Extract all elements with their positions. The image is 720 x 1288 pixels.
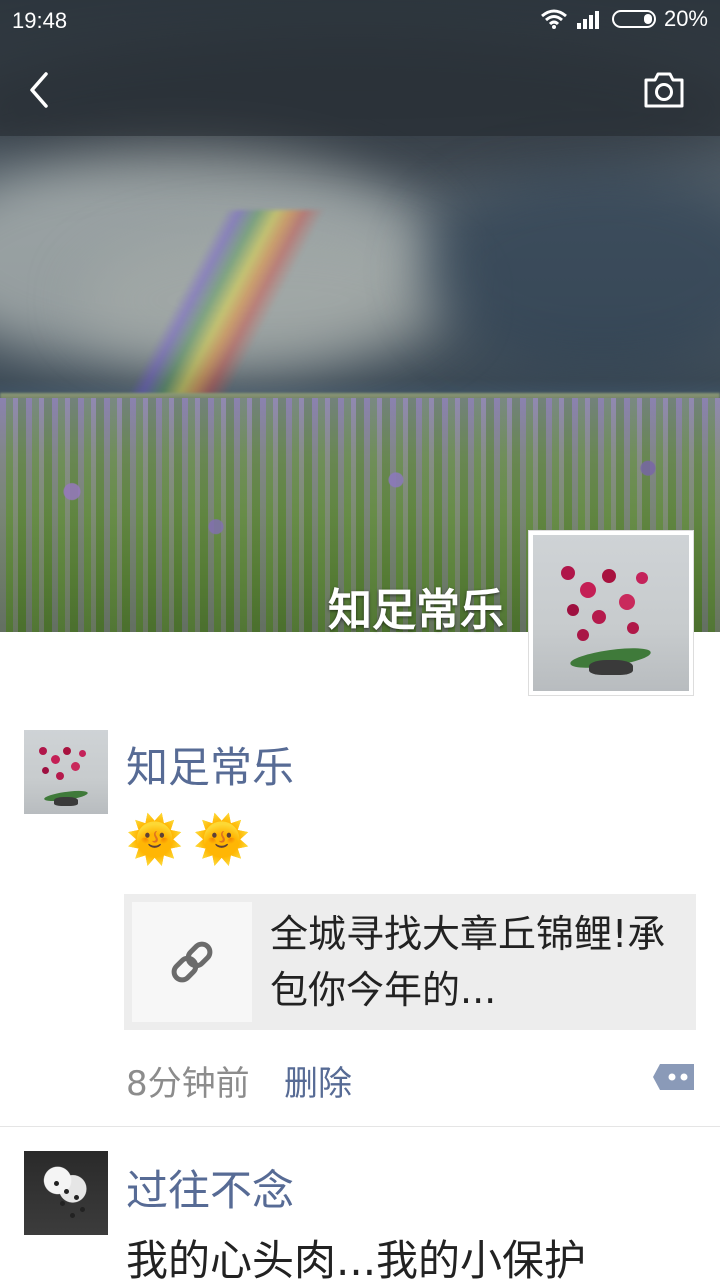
chevron-left-icon[interactable] bbox=[20, 68, 60, 112]
link-icon bbox=[171, 941, 213, 983]
link-title: 全城寻找大章丘锦鲤!承包你今年的... bbox=[270, 912, 666, 1012]
orchid-image bbox=[24, 730, 108, 814]
status-time: 19:48 bbox=[12, 8, 68, 33]
comment-dots-icon[interactable] bbox=[652, 1062, 696, 1092]
link-thumbnail bbox=[132, 902, 252, 1022]
orchid-image bbox=[533, 535, 689, 691]
status-bar: 19:48 20% bbox=[0, 0, 720, 42]
camera-icon[interactable] bbox=[642, 70, 686, 110]
post-avatar[interactable] bbox=[24, 730, 108, 814]
post-author-name[interactable]: 过往不念 bbox=[126, 1157, 294, 1218]
signal-icon bbox=[576, 11, 599, 29]
wifi-icon bbox=[540, 9, 567, 29]
status-icons: 20% bbox=[540, 6, 708, 32]
post-emoji-text: 🌞🌞 bbox=[126, 812, 261, 866]
battery-icon bbox=[611, 10, 656, 28]
post-text: 我的心头肉...我的小保护 bbox=[126, 1236, 587, 1285]
battery-percent: 20% bbox=[663, 6, 708, 31]
delete-button[interactable]: 删除 bbox=[284, 1056, 352, 1105]
leopard-image bbox=[24, 1151, 108, 1235]
profile-avatar[interactable] bbox=[528, 530, 694, 696]
post-avatar[interactable] bbox=[24, 1151, 108, 1235]
shared-link-card[interactable]: 全城寻找大章丘锦鲤!承包你今年的... bbox=[124, 894, 696, 1030]
post-timestamp: 8分钟前 bbox=[126, 1064, 250, 1104]
post-author-name[interactable]: 知足常乐 bbox=[126, 734, 294, 795]
moments-feed: 知足常乐 🌞🌞 全城寻找大章丘锦鲤!承包你今年的... 8分钟前 删除 过往不念… bbox=[0, 700, 720, 1287]
navigation-bar bbox=[0, 42, 720, 136]
cover-user-name[interactable]: 知足常乐 bbox=[328, 574, 504, 638]
moment-post: 知足常乐 🌞🌞 全城寻找大章丘锦鲤!承包你今年的... 8分钟前 删除 bbox=[0, 700, 720, 1127]
moment-post: 过往不念 我的心头肉...我的小保护 bbox=[0, 1127, 720, 1287]
